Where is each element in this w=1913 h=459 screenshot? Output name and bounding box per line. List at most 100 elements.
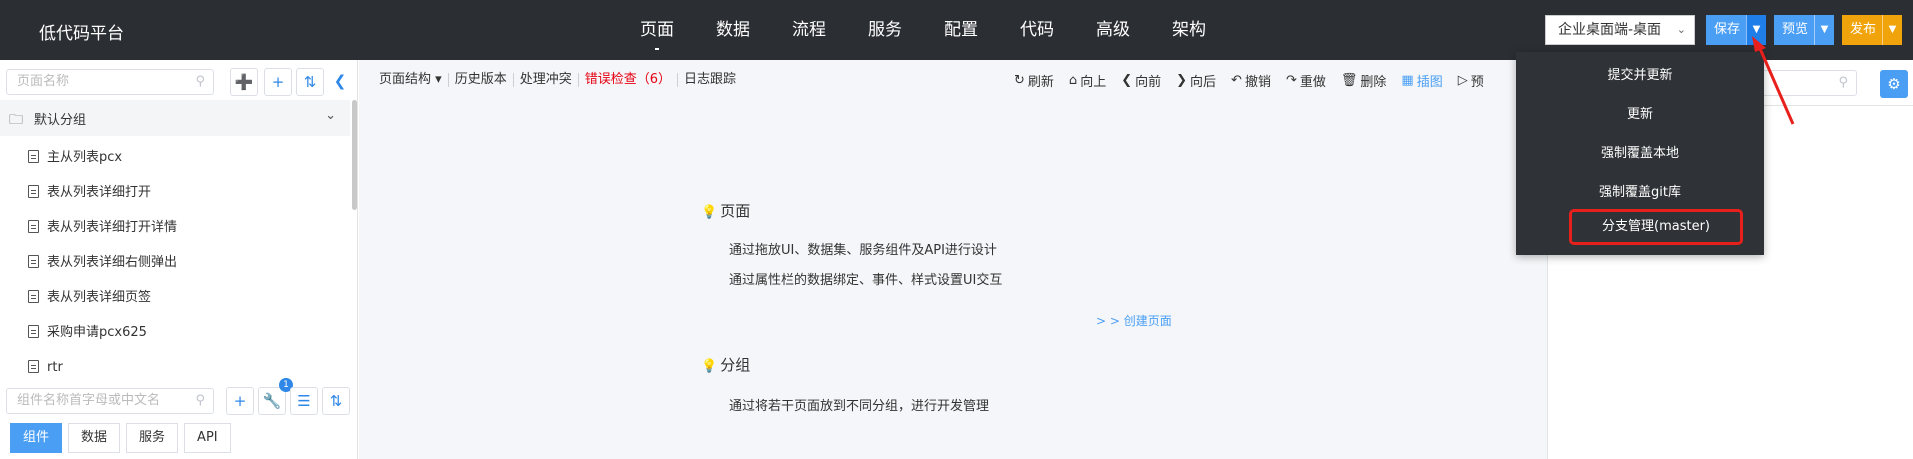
add-folder-button[interactable]: ➕ [230, 68, 258, 96]
page-list-item[interactable]: 采购申请pcx625 [0, 315, 350, 350]
app-brand: 低代码平台 [39, 24, 124, 44]
error-check-button[interactable]: 错误检查（6） [579, 73, 678, 87]
create-page-link[interactable]: > > 创建页面 [1096, 312, 1172, 329]
add-component-button[interactable]: + [226, 387, 254, 415]
list-order-button[interactable]: ☰ [290, 387, 318, 415]
tab-api[interactable]: API [184, 423, 231, 453]
preview-tool-button[interactable]: ▷ 预 [1458, 71, 1484, 90]
save-button[interactable]: 保存 [1706, 15, 1746, 45]
sort-icon: ⇅ [329, 392, 343, 410]
settings-button[interactable]: ⚙ [1880, 70, 1908, 98]
component-search-placeholder: 组件名称首字母或中文名 [17, 393, 161, 408]
page-search-placeholder: 页面名称 [17, 74, 70, 89]
left-panel: 页面名称 ⚲ ➕ + ⇅ ❮ 🗀 默认分组 ⌄ 主从列表pcx 表从列表详细打开… [0, 60, 358, 459]
nav-item-code[interactable]: 代码 [1020, 0, 1054, 60]
page-icon [28, 220, 39, 233]
add-page-button[interactable]: + [264, 68, 292, 96]
forward-button[interactable]: ❮ 向前 [1121, 71, 1161, 90]
undo-icon: ↶ [1231, 73, 1242, 88]
screenshot-button[interactable]: ▦ 插图 [1401, 71, 1442, 90]
property-search-input[interactable]: ⚲ [1757, 70, 1857, 96]
up-label: 向上 [1080, 75, 1107, 90]
group-row-default[interactable]: 🗀 默认分组 ⌄ [0, 100, 350, 136]
menu-item-force-overwrite-git[interactable]: 强制覆盖git库 [1516, 181, 1764, 200]
backward-button[interactable]: ❯ 向后 [1176, 71, 1216, 90]
page-icon [28, 150, 39, 163]
top-bar: 低代码平台 页面 数据 流程 服务 配置 代码 高级 架构 企业桌面端-桌面 ⌄… [0, 0, 1913, 60]
page-structure-button[interactable]: 页面结构 ▾ [373, 73, 449, 87]
delete-button[interactable]: 🗑 删除 [1341, 71, 1387, 90]
guide-page-line1: 通过拖放UI、数据集、服务组件及API进行设计 [729, 243, 997, 258]
undo-button[interactable]: ↶ 撤销 [1231, 71, 1271, 90]
nav-item-advanced[interactable]: 高级 [1096, 0, 1130, 60]
design-canvas: 页面结构 ▾ 历史版本 处理冲突 错误检查（6） 日志跟踪 ↻ 刷新 ⌂ 向上 ❮ 向… [359, 60, 1547, 459]
log-trace-button[interactable]: 日志跟踪 [678, 73, 742, 87]
page-list-scrollbar[interactable] [352, 100, 357, 210]
component-search-input[interactable]: 组件名称首字母或中文名 ⚲ [6, 388, 214, 414]
preview-button[interactable]: 预览 [1774, 15, 1814, 45]
page-list-item[interactable]: 表从列表详细打开详情 [0, 210, 350, 245]
sort-pages-button[interactable]: ⇅ [296, 68, 324, 96]
page-name: rtr [47, 360, 63, 375]
refresh-button[interactable]: ↻ 刷新 [1014, 71, 1054, 90]
redo-button[interactable]: ↷ 重做 [1286, 71, 1326, 90]
nav-item-config[interactable]: 配置 [944, 0, 978, 60]
chevron-down-icon: ⌄ [325, 108, 336, 123]
page-list-item[interactable]: 主从列表pcx [0, 140, 350, 175]
page-name: 表从列表详细打开 [47, 185, 152, 200]
sort-components-button[interactable]: ⇅ [322, 387, 350, 415]
collapse-panel-button[interactable]: ❮ [326, 68, 354, 96]
tools-button[interactable]: 🔧 1 [258, 378, 293, 415]
page-name: 采购申请pcx625 [47, 325, 147, 340]
tab-services[interactable]: 服务 [126, 423, 179, 453]
env-select-value: 企业桌面端-桌面 [1558, 22, 1662, 38]
nav-item-architecture[interactable]: 架构 [1172, 0, 1206, 60]
lightbulb-icon: 💡 [701, 359, 718, 374]
menu-item-force-overwrite-local[interactable]: 强制覆盖本地 [1516, 142, 1764, 161]
lightbulb-icon: 💡 [701, 205, 718, 220]
search-icon: ⚲ [195, 74, 205, 89]
chevron-right-icon: ❯ [1176, 73, 1188, 88]
save-dropdown-menu: 提交并更新 更新 强制覆盖本地 强制覆盖git库 分支管理(master) [1516, 52, 1764, 255]
page-list: 主从列表pcx 表从列表详细打开 表从列表详细打开详情 表从列表详细右侧弹出 表… [0, 140, 350, 385]
nav-item-flow[interactable]: 流程 [792, 0, 826, 60]
resolve-conflict-button[interactable]: 处理冲突 [514, 73, 579, 87]
page-name: 表从列表详细打开详情 [47, 220, 178, 235]
nav-item-service[interactable]: 服务 [868, 0, 902, 60]
tab-data[interactable]: 数据 [68, 423, 121, 453]
nav-item-data[interactable]: 数据 [716, 0, 750, 60]
publish-button-group: 发布 ▼ [1842, 15, 1903, 45]
history-button[interactable]: 历史版本 [449, 73, 514, 87]
menu-item-update[interactable]: 更新 [1516, 103, 1764, 122]
tab-components[interactable]: 组件 [10, 423, 63, 453]
main-nav: 页面 数据 流程 服务 配置 代码 高级 架构 [640, 0, 1248, 60]
page-icon [28, 290, 39, 303]
delete-label: 删除 [1360, 75, 1387, 90]
guide-page-line2: 通过属性栏的数据绑定、事件、样式设置UI交互 [729, 273, 1003, 288]
page-list-item[interactable]: 表从列表详细右侧弹出 [0, 245, 350, 280]
plus-icon: + [233, 392, 247, 410]
page-name: 表从列表详细右侧弹出 [47, 255, 178, 270]
chevron-left-icon: ❮ [333, 72, 347, 90]
preview-dropdown-toggle[interactable]: ▼ [1814, 15, 1834, 45]
env-select[interactable]: 企业桌面端-桌面 ⌄ [1545, 15, 1695, 45]
wrench-icon: 🔧 [262, 392, 282, 410]
publish-button[interactable]: 发布 [1842, 15, 1882, 45]
page-list-item[interactable]: rtr [0, 350, 350, 385]
search-icon: ⚲ [195, 393, 205, 408]
page-list-item[interactable]: 表从列表详细页签 [0, 280, 350, 315]
guide-page-title-text: 页面 [720, 202, 751, 220]
gear-icon: ⚙ [1887, 75, 1901, 93]
nav-item-page[interactable]: 页面 [640, 0, 674, 60]
publish-dropdown-toggle[interactable]: ▼ [1882, 15, 1902, 45]
page-icon [28, 185, 39, 198]
page-search-input[interactable]: 页面名称 ⚲ [6, 69, 214, 95]
toolbar-left: 页面结构 ▾ 历史版本 处理冲突 错误检查（6） 日志跟踪 [373, 73, 742, 87]
menu-item-commit-update[interactable]: 提交并更新 [1516, 64, 1764, 83]
page-list-item[interactable]: 表从列表详细打开 [0, 175, 350, 210]
up-button[interactable]: ⌂ 向上 [1069, 71, 1106, 90]
chevron-down-icon: ⌄ [1676, 23, 1686, 36]
page-name: 主从列表pcx [47, 150, 123, 165]
menu-item-branch-management[interactable]: 分支管理(master) [1569, 209, 1743, 245]
save-dropdown-toggle[interactable]: ▼ [1746, 15, 1767, 45]
